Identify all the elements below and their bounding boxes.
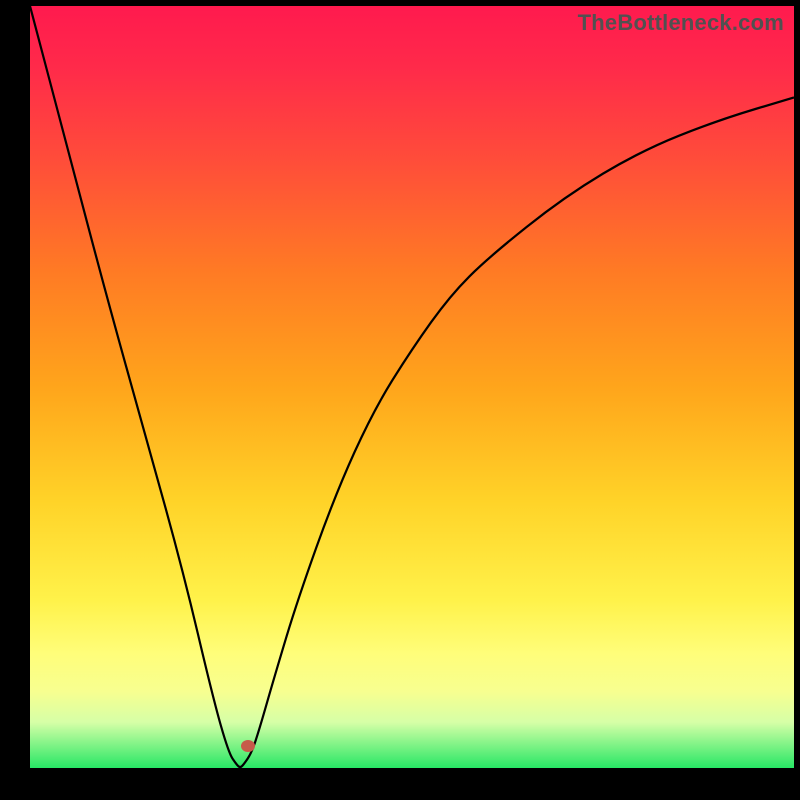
plot-area: TheBottleneck.com bbox=[30, 6, 794, 768]
curve-svg bbox=[30, 6, 794, 768]
bottleneck-curve bbox=[30, 6, 794, 767]
chart-frame: TheBottleneck.com bbox=[0, 0, 800, 800]
optimum-marker-icon bbox=[241, 740, 255, 752]
